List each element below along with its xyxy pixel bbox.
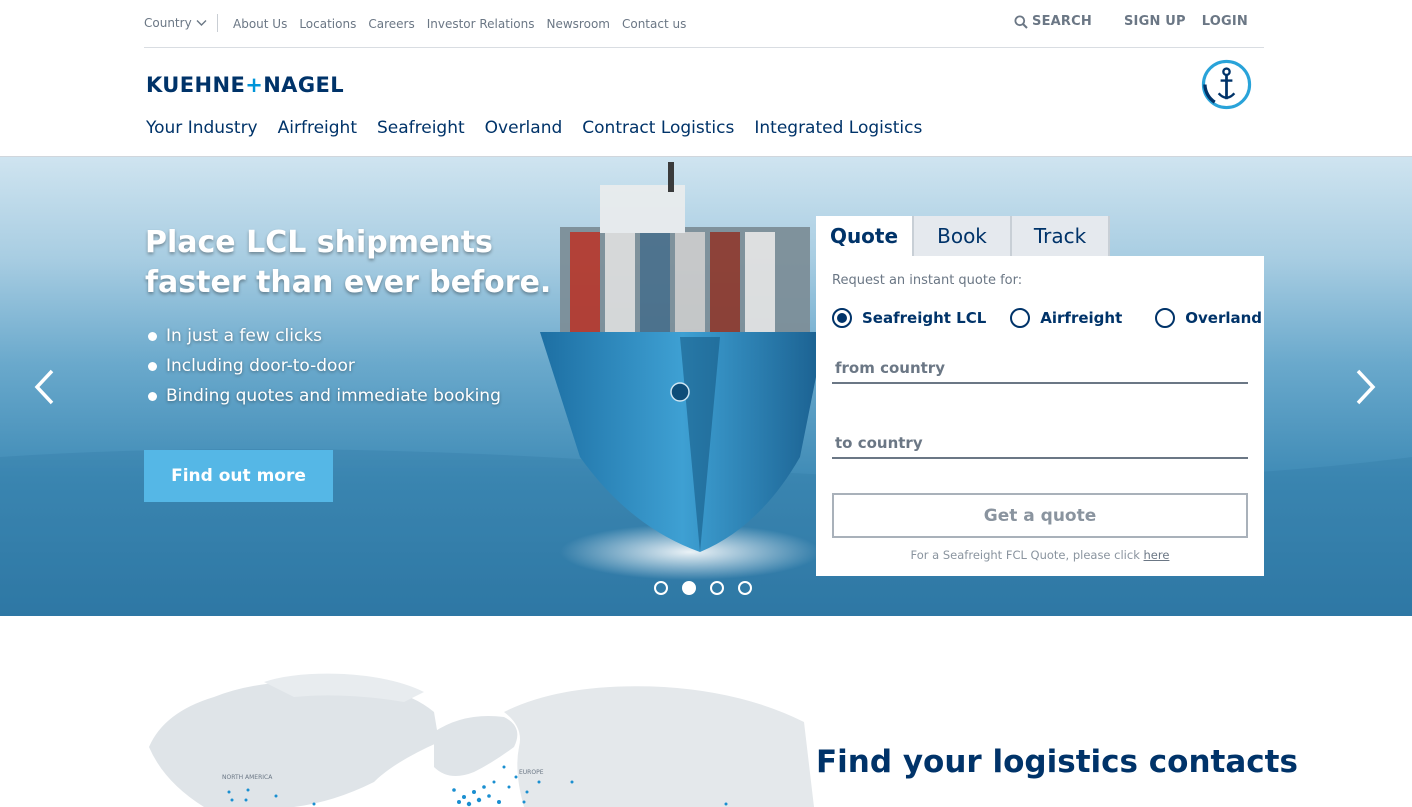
link-about-us[interactable]: About Us <box>233 17 287 31</box>
radio-unchecked-icon <box>1155 308 1176 328</box>
carousel-dots <box>654 581 752 595</box>
hero-bullet: Binding quotes and immediate booking <box>148 381 501 411</box>
radio-overland[interactable]: Overland <box>1155 308 1262 328</box>
hero-bullet: Including door-to-door <box>148 351 501 381</box>
bullet-dot-icon <box>148 391 157 401</box>
radio-airfreight[interactable]: Airfreight <box>1010 308 1122 328</box>
world-map-image[interactable]: NORTH AMERICA EUROPE <box>144 672 814 807</box>
radio-label: Seafreight LCL <box>862 309 987 327</box>
utility-bar: Country About Us Locations Careers Inves… <box>144 0 1264 48</box>
radio-label: Overland <box>1185 309 1263 327</box>
search-button[interactable]: SEARCH <box>1014 14 1092 29</box>
nav-overland[interactable]: Overland <box>485 118 563 138</box>
login-link[interactable]: LOGIN <box>1202 14 1248 29</box>
fcl-here-link[interactable]: here <box>1144 548 1170 562</box>
bullet-dot-icon <box>148 361 157 371</box>
hero-title-line-1: Place LCL shipments <box>145 225 493 260</box>
hero-carousel: Place LCL shipments faster than ever bef… <box>0 157 1412 616</box>
chevron-right-icon[interactable] <box>1350 367 1380 407</box>
quote-panel: Request an instant quote for: Seafreight… <box>816 256 1264 576</box>
hero-title-line-2: faster than ever before. <box>145 265 552 300</box>
logo-right: NAGEL <box>263 73 344 97</box>
country-selector[interactable]: Country <box>144 16 207 30</box>
utility-divider <box>217 14 218 32</box>
hero-title: Place LCL shipments faster than ever bef… <box>145 223 551 303</box>
main-navigation: Your Industry Airfreight Seafreight Over… <box>146 118 922 138</box>
link-contact-us[interactable]: Contact us <box>622 17 686 31</box>
country-label: Country <box>144 16 192 30</box>
utility-actions: SEARCH SIGN UP LOGIN <box>1014 14 1248 29</box>
link-locations[interactable]: Locations <box>299 17 356 31</box>
link-newsroom[interactable]: Newsroom <box>547 17 610 31</box>
quote-tabs: Quote Book Track <box>816 216 1110 256</box>
radio-seafreight-lcl[interactable]: Seafreight LCL <box>832 308 986 328</box>
map-label-north-america: NORTH AMERICA <box>222 774 273 781</box>
tab-quote[interactable]: Quote <box>816 216 914 256</box>
nav-contract-logistics[interactable]: Contract Logistics <box>582 118 734 138</box>
nav-airfreight[interactable]: Airfreight <box>278 118 357 138</box>
carousel-dot-active[interactable] <box>682 581 696 595</box>
nav-your-industry[interactable]: Your Industry <box>146 118 258 138</box>
carousel-dot[interactable] <box>710 581 724 595</box>
anchor-icon[interactable] <box>1200 58 1253 111</box>
sign-up-link[interactable]: SIGN UP <box>1124 14 1186 29</box>
link-careers[interactable]: Careers <box>368 17 414 31</box>
kuehne-nagel-logo[interactable]: KUEHNE+NAGEL <box>146 73 344 97</box>
fcl-quote-note: For a Seafreight FCL Quote, please click… <box>816 548 1264 562</box>
map-label-europe: EUROPE <box>519 769 544 776</box>
find-out-more-button[interactable]: Find out more <box>144 450 333 502</box>
bullet-dot-icon <box>148 331 157 341</box>
hero-bullet: In just a few clicks <box>148 321 501 351</box>
tab-track[interactable]: Track <box>1012 216 1110 256</box>
get-a-quote-button[interactable]: Get a quote <box>832 493 1248 538</box>
radio-unchecked-icon <box>1010 308 1031 328</box>
quote-intro: Request an instant quote for: <box>832 273 1023 288</box>
to-country-input[interactable] <box>832 429 1248 459</box>
radio-label: Airfreight <box>1040 309 1123 327</box>
nav-integrated-logistics[interactable]: Integrated Logistics <box>754 118 922 138</box>
contacts-heading: Find your logistics contacts <box>816 744 1298 780</box>
search-icon <box>1014 15 1028 29</box>
utility-links: About Us Locations Careers Investor Rela… <box>233 17 686 31</box>
carousel-dot[interactable] <box>654 581 668 595</box>
chevron-down-icon <box>196 20 207 26</box>
hero-bullet-list: In just a few clicks Including door-to-d… <box>148 321 501 411</box>
logo-plus: + <box>245 73 264 97</box>
chevron-left-icon[interactable] <box>30 367 60 407</box>
radio-checked-icon <box>832 308 852 328</box>
link-investor-relations[interactable]: Investor Relations <box>427 17 535 31</box>
logo-left: KUEHNE <box>146 73 246 97</box>
carousel-dot[interactable] <box>738 581 752 595</box>
tab-book[interactable]: Book <box>914 216 1012 256</box>
hero-bullet-text: Including door-to-door <box>166 356 355 376</box>
hero-bullet-text: In just a few clicks <box>166 326 323 346</box>
fcl-note-text: For a Seafreight FCL Quote, please click <box>910 548 1144 562</box>
nav-seafreight[interactable]: Seafreight <box>377 118 465 138</box>
hero-bullet-text: Binding quotes and immediate booking <box>166 386 501 406</box>
search-label: SEARCH <box>1032 14 1092 29</box>
from-country-input[interactable] <box>832 354 1248 384</box>
transport-mode-radios: Seafreight LCL Airfreight Overland <box>832 308 1262 328</box>
